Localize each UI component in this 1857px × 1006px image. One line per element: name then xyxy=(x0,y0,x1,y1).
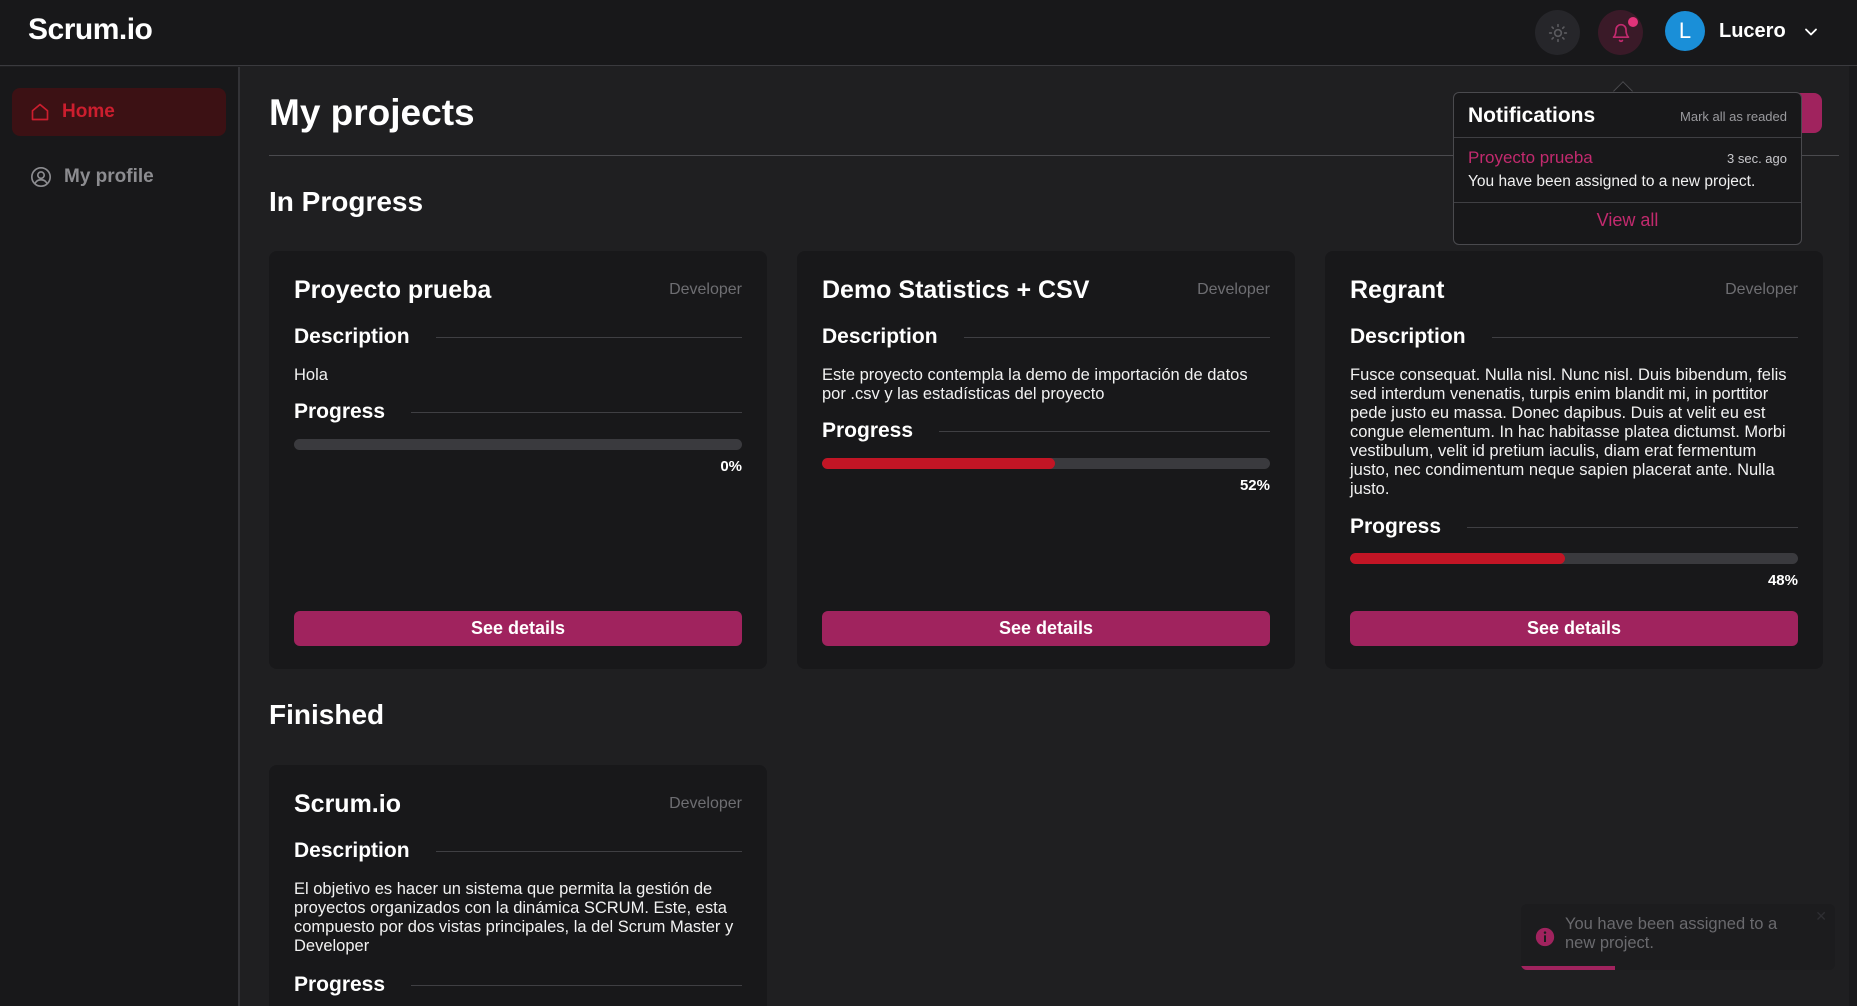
progress-bar xyxy=(294,439,742,450)
section-title-in-progress: In Progress xyxy=(269,186,424,217)
see-details-button[interactable]: See details xyxy=(822,611,1270,646)
sidebar-item-home[interactable]: Home xyxy=(12,88,226,136)
project-description: Hola xyxy=(294,366,328,384)
section-title-finished: Finished xyxy=(269,699,385,730)
progress-heading: Progress xyxy=(294,400,742,424)
avatar[interactable]: L xyxy=(1665,11,1705,51)
project-role: Developer xyxy=(669,281,742,298)
view-all-link[interactable]: View all xyxy=(1454,210,1801,231)
user-name[interactable]: Lucero xyxy=(1719,20,1786,43)
project-card: Demo Statistics + CSV Developer Descript… xyxy=(797,251,1295,669)
project-name: Proyecto prueba xyxy=(294,276,492,304)
notification-message[interactable]: You have been assigned to a new project. xyxy=(1468,173,1755,191)
notifications-popover: Notifications Mark all as readed Proyect… xyxy=(1453,92,1802,245)
top-bar: Scrum.io L Lucero xyxy=(0,0,1857,66)
chevron-down-icon[interactable] xyxy=(1801,22,1821,42)
see-details-button[interactable]: See details xyxy=(294,611,742,646)
divider xyxy=(1454,202,1801,203)
progress-percent: 0% xyxy=(720,458,742,475)
info-icon xyxy=(1535,927,1555,947)
notification-time: 3 sec. ago xyxy=(1727,151,1787,166)
project-description: Este proyecto contempla la demo de impor… xyxy=(822,366,1248,403)
app-logo[interactable]: Scrum.io xyxy=(28,13,153,47)
user-circle-icon xyxy=(31,167,51,187)
description-heading: Description xyxy=(294,839,742,863)
project-role: Developer xyxy=(1725,281,1798,298)
divider xyxy=(1454,137,1801,138)
progress-bar-fill xyxy=(822,458,1055,469)
sidebar-item-label: My profile xyxy=(64,166,154,187)
unread-dot xyxy=(1628,17,1638,27)
bell-icon xyxy=(1612,23,1629,42)
see-details-button[interactable]: See details xyxy=(1350,611,1798,646)
close-icon[interactable]: ✕ xyxy=(1815,908,1827,925)
description-heading: Description xyxy=(294,325,742,349)
project-name: Scrum.io xyxy=(294,790,401,818)
progress-bar-fill xyxy=(1350,553,1566,564)
progress-heading: Progress xyxy=(294,973,742,997)
toast-notification[interactable]: You have been assigned to a new project.… xyxy=(1521,904,1835,970)
description-heading: Description xyxy=(822,325,1270,349)
progress-bar xyxy=(822,458,1270,469)
project-card: Scrum.io Developer Description El objeti… xyxy=(269,765,767,1006)
project-role: Developer xyxy=(669,795,742,812)
mark-all-read-link[interactable]: Mark all as readed xyxy=(1680,109,1787,124)
project-name: Regrant xyxy=(1350,276,1445,304)
page-title: My projects xyxy=(269,92,475,133)
description-heading: Description xyxy=(1350,325,1798,349)
toast-timer-bar xyxy=(1521,966,1616,970)
progress-percent: 48% xyxy=(1767,572,1798,589)
progress-bar xyxy=(1350,553,1798,564)
notification-project-link[interactable]: Proyecto prueba xyxy=(1468,148,1593,168)
progress-percent: 52% xyxy=(1239,477,1270,494)
toast-message: You have been assigned to a new project. xyxy=(1565,915,1778,952)
scrollbar[interactable] xyxy=(1849,66,1857,1006)
project-description: El objetivo es hacer un sistema que perm… xyxy=(294,880,734,955)
sidebar-item-label: Home xyxy=(62,101,115,122)
sidebar: Home My profile xyxy=(0,67,240,1006)
progress-heading: Progress xyxy=(822,419,1270,443)
sun-icon xyxy=(1548,23,1567,42)
notifications-title: Notifications xyxy=(1468,104,1596,127)
project-role: Developer xyxy=(1197,281,1270,298)
home-icon xyxy=(31,103,49,121)
theme-toggle-button[interactable] xyxy=(1535,10,1580,55)
sidebar-item-my-profile[interactable]: My profile xyxy=(12,153,226,201)
notifications-button[interactable] xyxy=(1598,10,1643,55)
project-card: Regrant Developer Description Fusce cons… xyxy=(1325,251,1823,669)
project-name: Demo Statistics + CSV xyxy=(822,276,1090,304)
project-description: Fusce consequat. Nulla nisl. Nunc nisl. … xyxy=(1350,366,1787,498)
project-card: Proyecto prueba Developer Description Ho… xyxy=(269,251,767,669)
progress-heading: Progress xyxy=(1350,515,1798,539)
